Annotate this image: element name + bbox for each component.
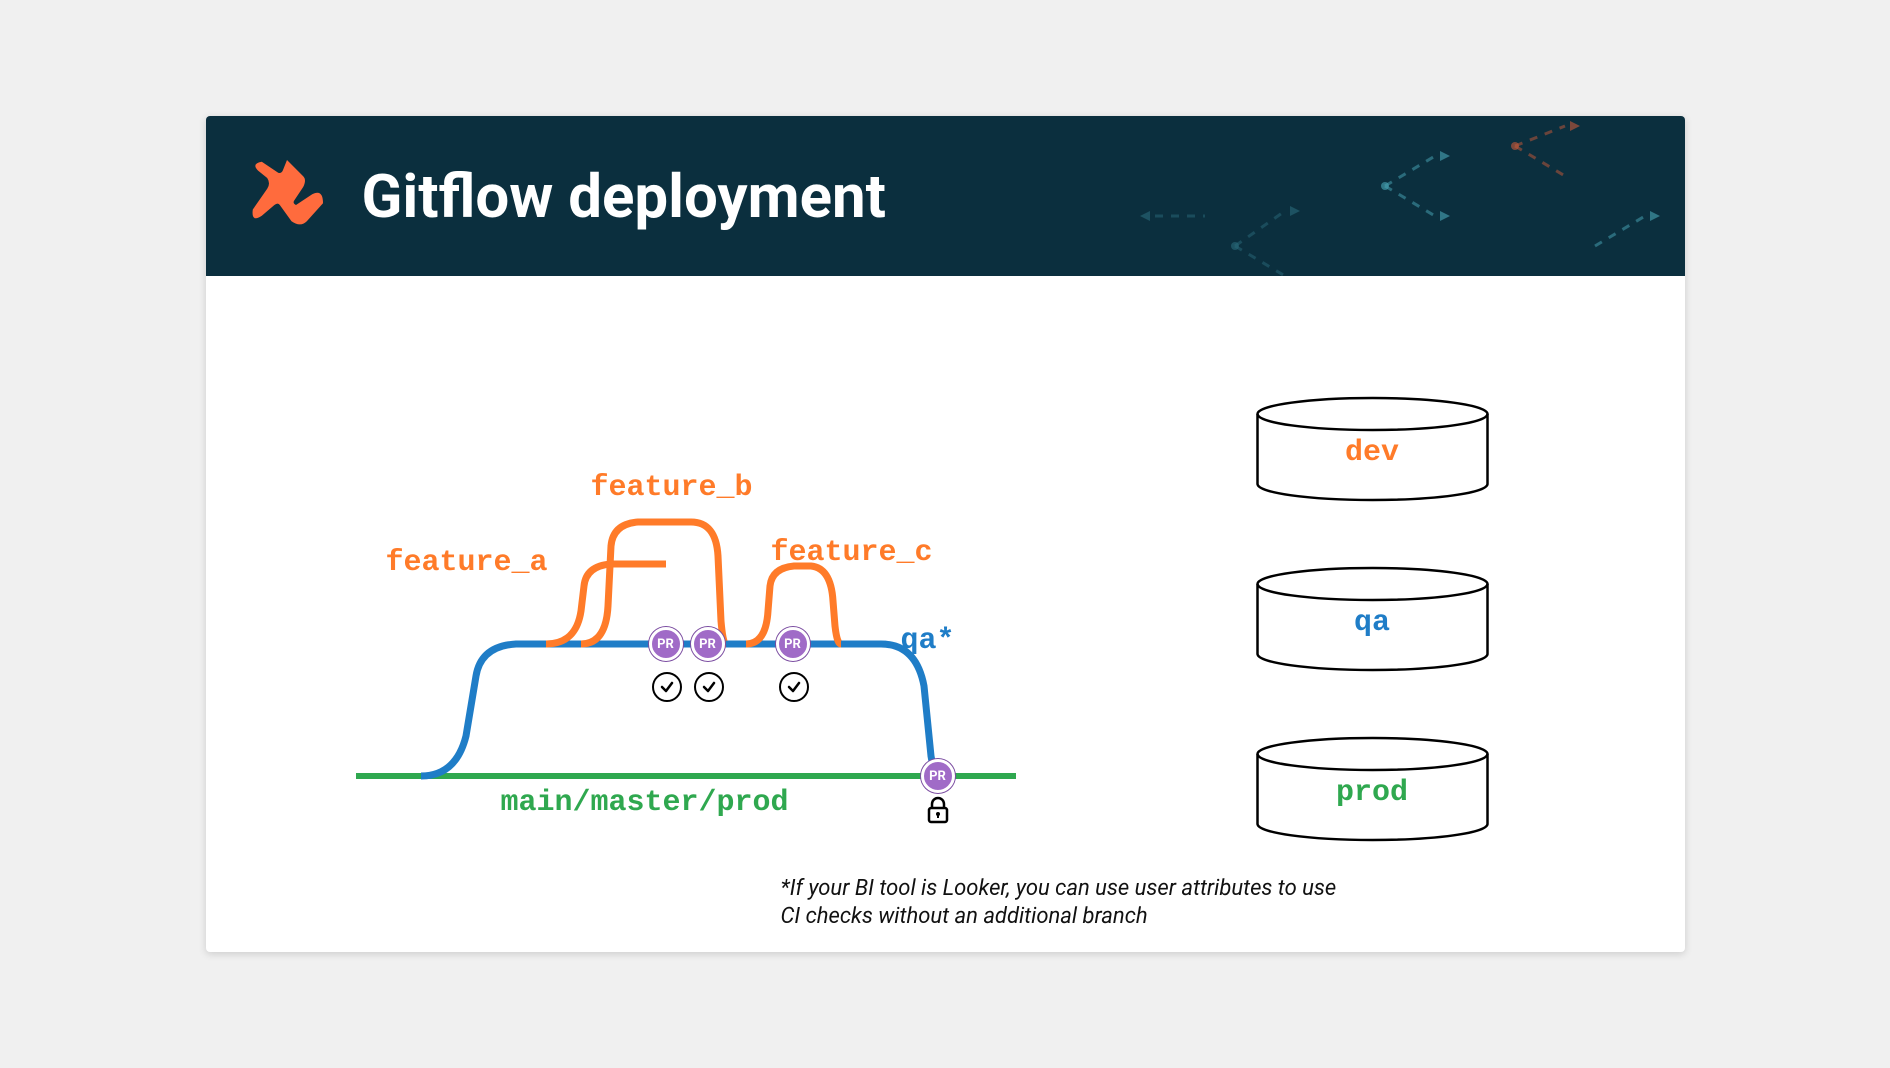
db-prod-label: prod (1255, 776, 1490, 810)
check-icon (779, 672, 809, 702)
footnote: *If your BI tool is Looker, you can use … (781, 875, 1351, 932)
slide-title: Gitflow deployment (362, 161, 886, 232)
db-dev-label: dev (1255, 436, 1490, 470)
label-feature-b: feature_b (591, 471, 753, 505)
pr-badge: PR (691, 627, 725, 661)
label-qa: qa* (901, 624, 955, 658)
db-dev: dev (1255, 396, 1490, 496)
db-qa-label: qa (1255, 606, 1490, 640)
check-icon (694, 672, 724, 702)
database-cylinders: dev qa prod (1255, 396, 1490, 906)
pr-badge: PR (649, 627, 683, 661)
lock-icon (926, 796, 950, 824)
content: feature_a feature_b feature_c qa* main/m… (206, 276, 1685, 952)
header: Gitflow deployment (206, 116, 1685, 276)
db-prod: prod (1255, 736, 1490, 836)
pr-badge: PR (921, 759, 955, 793)
header-decoration (1035, 116, 1685, 276)
label-feature-a: feature_a (386, 546, 548, 580)
gitflow-diagram: feature_a feature_b feature_c qa* main/m… (326, 376, 1026, 816)
db-qa: qa (1255, 566, 1490, 666)
pr-badge: PR (776, 627, 810, 661)
logo-icon (242, 151, 332, 241)
slide: Gitflow deployment (206, 116, 1685, 952)
label-feature-c: feature_c (771, 536, 933, 570)
check-icon (652, 672, 682, 702)
label-main: main/master/prod (501, 786, 789, 820)
